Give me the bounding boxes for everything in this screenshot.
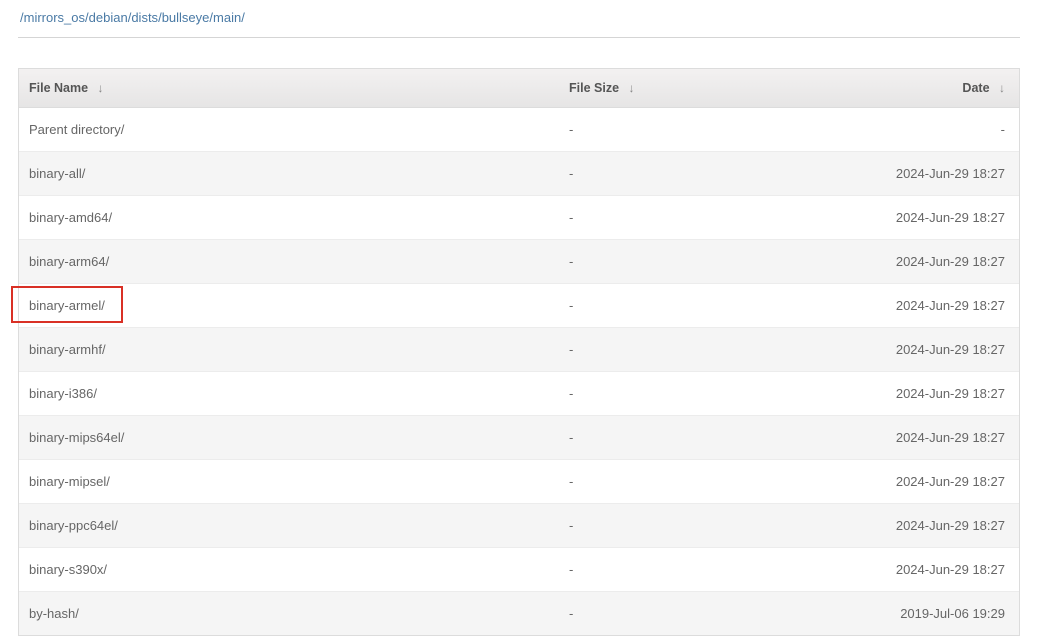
- table-row: binary-ppc64el/ -2024-Jun-29 18:27: [19, 504, 1019, 548]
- table-row: binary-arm64/ -2024-Jun-29 18:27: [19, 240, 1019, 284]
- breadcrumb-segment[interactable]: debian: [89, 10, 128, 25]
- sort-arrow-icon: ↓: [98, 81, 104, 95]
- table-row: by-hash/ -2019-Jul-06 19:29: [19, 592, 1019, 636]
- table-row: binary-i386/ -2024-Jun-29 18:27: [19, 372, 1019, 416]
- file-link[interactable]: binary-arm64/: [29, 254, 109, 269]
- cell-file-size: -: [559, 548, 719, 592]
- breadcrumb-segment[interactable]: dists: [131, 10, 158, 25]
- file-link[interactable]: binary-s390x/: [29, 562, 107, 577]
- breadcrumb-segment[interactable]: main: [213, 10, 241, 25]
- cell-file-size: -: [559, 592, 719, 636]
- cell-file-size: -: [559, 416, 719, 460]
- table-row: binary-armhf/ -2024-Jun-29 18:27: [19, 328, 1019, 372]
- table-row: binary-mipsel/ -2024-Jun-29 18:27: [19, 460, 1019, 504]
- column-header-name[interactable]: File Name ↓: [19, 69, 559, 108]
- file-listing-table: File Name ↓ File Size ↓ Date ↓ Parent di…: [18, 68, 1020, 636]
- table-row: binary-s390x/ -2024-Jun-29 18:27: [19, 548, 1019, 592]
- cell-file-date: 2024-Jun-29 18:27: [719, 416, 1019, 460]
- cell-file-name: binary-mips64el/: [19, 416, 559, 460]
- cell-file-size: -: [559, 504, 719, 548]
- cell-file-name: binary-mipsel/: [19, 460, 559, 504]
- file-link[interactable]: binary-amd64/: [29, 210, 112, 225]
- sort-arrow-icon: ↓: [629, 81, 635, 95]
- breadcrumb-segment[interactable]: bullseye: [162, 10, 210, 25]
- cell-file-date: 2019-Jul-06 19:29: [719, 592, 1019, 636]
- cell-file-size: -: [559, 284, 719, 328]
- file-link[interactable]: binary-mips64el/: [29, 430, 124, 445]
- cell-file-name: binary-arm64/: [19, 240, 559, 284]
- cell-file-name: binary-armel/: [19, 284, 559, 328]
- cell-file-date: 2024-Jun-29 18:27: [719, 460, 1019, 504]
- file-link[interactable]: binary-i386/: [29, 386, 97, 401]
- column-header-size[interactable]: File Size ↓: [559, 69, 719, 108]
- cell-file-date: 2024-Jun-29 18:27: [719, 504, 1019, 548]
- column-header-date-label: Date: [962, 81, 989, 95]
- cell-file-size: -: [559, 372, 719, 416]
- cell-file-size: -: [559, 108, 719, 152]
- column-header-size-label: File Size: [569, 81, 619, 95]
- cell-file-size: -: [559, 240, 719, 284]
- cell-file-name: binary-all/: [19, 152, 559, 196]
- cell-file-name: binary-amd64/: [19, 196, 559, 240]
- cell-file-date: 2024-Jun-29 18:27: [719, 152, 1019, 196]
- cell-file-size: -: [559, 196, 719, 240]
- file-link[interactable]: binary-mipsel/: [29, 474, 110, 489]
- path-separator: /: [241, 10, 245, 25]
- file-link[interactable]: binary-all/: [29, 166, 85, 181]
- cell-file-size: -: [559, 460, 719, 504]
- file-link[interactable]: binary-ppc64el/: [29, 518, 118, 533]
- column-header-date[interactable]: Date ↓: [719, 69, 1019, 108]
- cell-file-name: binary-s390x/: [19, 548, 559, 592]
- table-row: binary-mips64el/ -2024-Jun-29 18:27: [19, 416, 1019, 460]
- column-header-name-label: File Name: [29, 81, 88, 95]
- cell-file-date: 2024-Jun-29 18:27: [719, 284, 1019, 328]
- cell-file-date: 2024-Jun-29 18:27: [719, 328, 1019, 372]
- sort-arrow-icon: ↓: [999, 81, 1005, 95]
- table-row: binary-armel/ -2024-Jun-29 18:27: [19, 284, 1019, 328]
- cell-file-date: -: [719, 108, 1019, 152]
- breadcrumb-segment[interactable]: mirrors_os: [24, 10, 85, 25]
- file-link[interactable]: binary-armhf/: [29, 342, 106, 357]
- cell-file-size: -: [559, 328, 719, 372]
- cell-file-name: binary-i386/: [19, 372, 559, 416]
- cell-file-date: 2024-Jun-29 18:27: [719, 240, 1019, 284]
- cell-file-date: 2024-Jun-29 18:27: [719, 196, 1019, 240]
- cell-file-size: -: [559, 152, 719, 196]
- cell-file-name: by-hash/: [19, 592, 559, 636]
- cell-file-name: binary-armhf/: [19, 328, 559, 372]
- cell-file-date: 2024-Jun-29 18:27: [719, 548, 1019, 592]
- cell-file-date: 2024-Jun-29 18:27: [719, 372, 1019, 416]
- file-link[interactable]: by-hash/: [29, 606, 79, 621]
- table-row: binary-all/ -2024-Jun-29 18:27: [19, 152, 1019, 196]
- breadcrumb: /mirrors_os/debian/dists/bullseye/main/: [18, 0, 1020, 38]
- cell-file-name: Parent directory/: [19, 108, 559, 152]
- cell-file-name: binary-ppc64el/: [19, 504, 559, 548]
- table-row: Parent directory/ --: [19, 108, 1019, 152]
- file-link[interactable]: binary-armel/: [29, 298, 105, 313]
- file-link[interactable]: Parent directory/: [29, 122, 124, 137]
- table-row: binary-amd64/ -2024-Jun-29 18:27: [19, 196, 1019, 240]
